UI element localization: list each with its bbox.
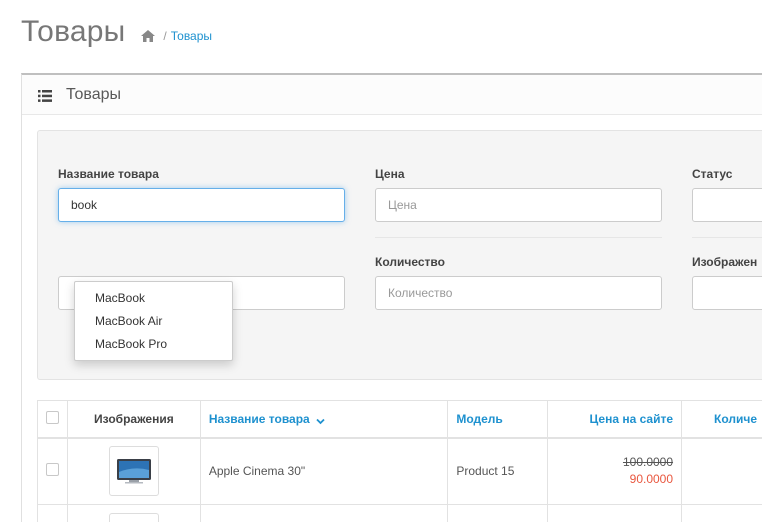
price-label: Цена [375,167,405,181]
home-icon[interactable] [141,30,156,42]
quantity-label: Количество [375,255,445,269]
row-name [199,504,449,522]
row-checkbox[interactable] [45,463,59,477]
column-header-model[interactable]: Модель [447,400,549,439]
table-header-row: Изображения Название товара Модель Цена … [37,400,762,439]
status-label: Статус [692,167,733,181]
monitor-icon [108,446,159,497]
product-name-label: Название товара [58,167,159,181]
image-label: Изображен [692,255,758,269]
filter-panel: Название товара book Цена Цена Статус Ко… [37,130,762,380]
row-image-cell [66,504,201,522]
column-header-image: Изображения [66,400,201,439]
row-quantity [681,504,762,522]
autocomplete-item[interactable]: MacBook Pro [75,333,232,356]
row-select-cell [37,504,68,522]
breadcrumb-link-products[interactable]: Товары [171,29,212,43]
special-price: 90.0000 [629,472,674,487]
product-name-input[interactable]: book [58,188,345,222]
column-header-name-label[interactable]: Название товара [209,412,310,426]
select-all-checkbox[interactable] [45,410,59,424]
product-thumbnail [108,513,159,522]
divider [375,237,662,238]
column-header-quantity[interactable]: Количе [681,400,762,439]
row-select-cell [37,437,68,505]
autocomplete-item[interactable]: MacBook [75,287,232,310]
divider [692,237,762,238]
row-price-cell: 100.0000 90.0000 [547,437,683,505]
quantity-placeholder: Количество [388,286,453,300]
old-price: 100.0000 [622,455,674,470]
chevron-down-icon [316,415,325,425]
image-select[interactable] [692,276,762,310]
select-all-cell [37,400,68,439]
price-placeholder: Цена [388,198,417,212]
table-row: Apple Cinema 30" Product 15 100.0000 90.… [37,437,762,505]
quantity-input[interactable]: Количество [375,276,662,310]
row-model: Product 15 [447,437,549,505]
breadcrumb: / Товары [141,29,212,43]
panel-heading: Товары [22,75,762,115]
products-table: Изображения Название товара Модель Цена … [37,400,762,522]
row-name: Apple Cinema 30" [199,437,449,505]
row-image-cell [66,437,201,505]
products-panel: Товары Название товара book Цена Цена Ст… [21,73,762,522]
row-model [447,504,549,522]
page-title: Товары [21,15,126,48]
table-row [37,504,762,522]
autocomplete-dropdown: MacBook MacBook Air MacBook Pro [74,281,233,361]
column-header-price[interactable]: Цена на сайте [547,400,683,439]
list-icon [38,89,52,102]
row-price-cell [547,504,683,522]
column-header-name[interactable]: Название товара [199,400,449,439]
status-select[interactable] [692,188,762,222]
price-input[interactable]: Цена [375,188,662,222]
page-header: Товары / Товары [21,8,212,56]
breadcrumb-separator: / [163,29,167,43]
autocomplete-item[interactable]: MacBook Air [75,310,232,333]
row-quantity [681,437,762,505]
panel-title: Товары [66,85,122,103]
